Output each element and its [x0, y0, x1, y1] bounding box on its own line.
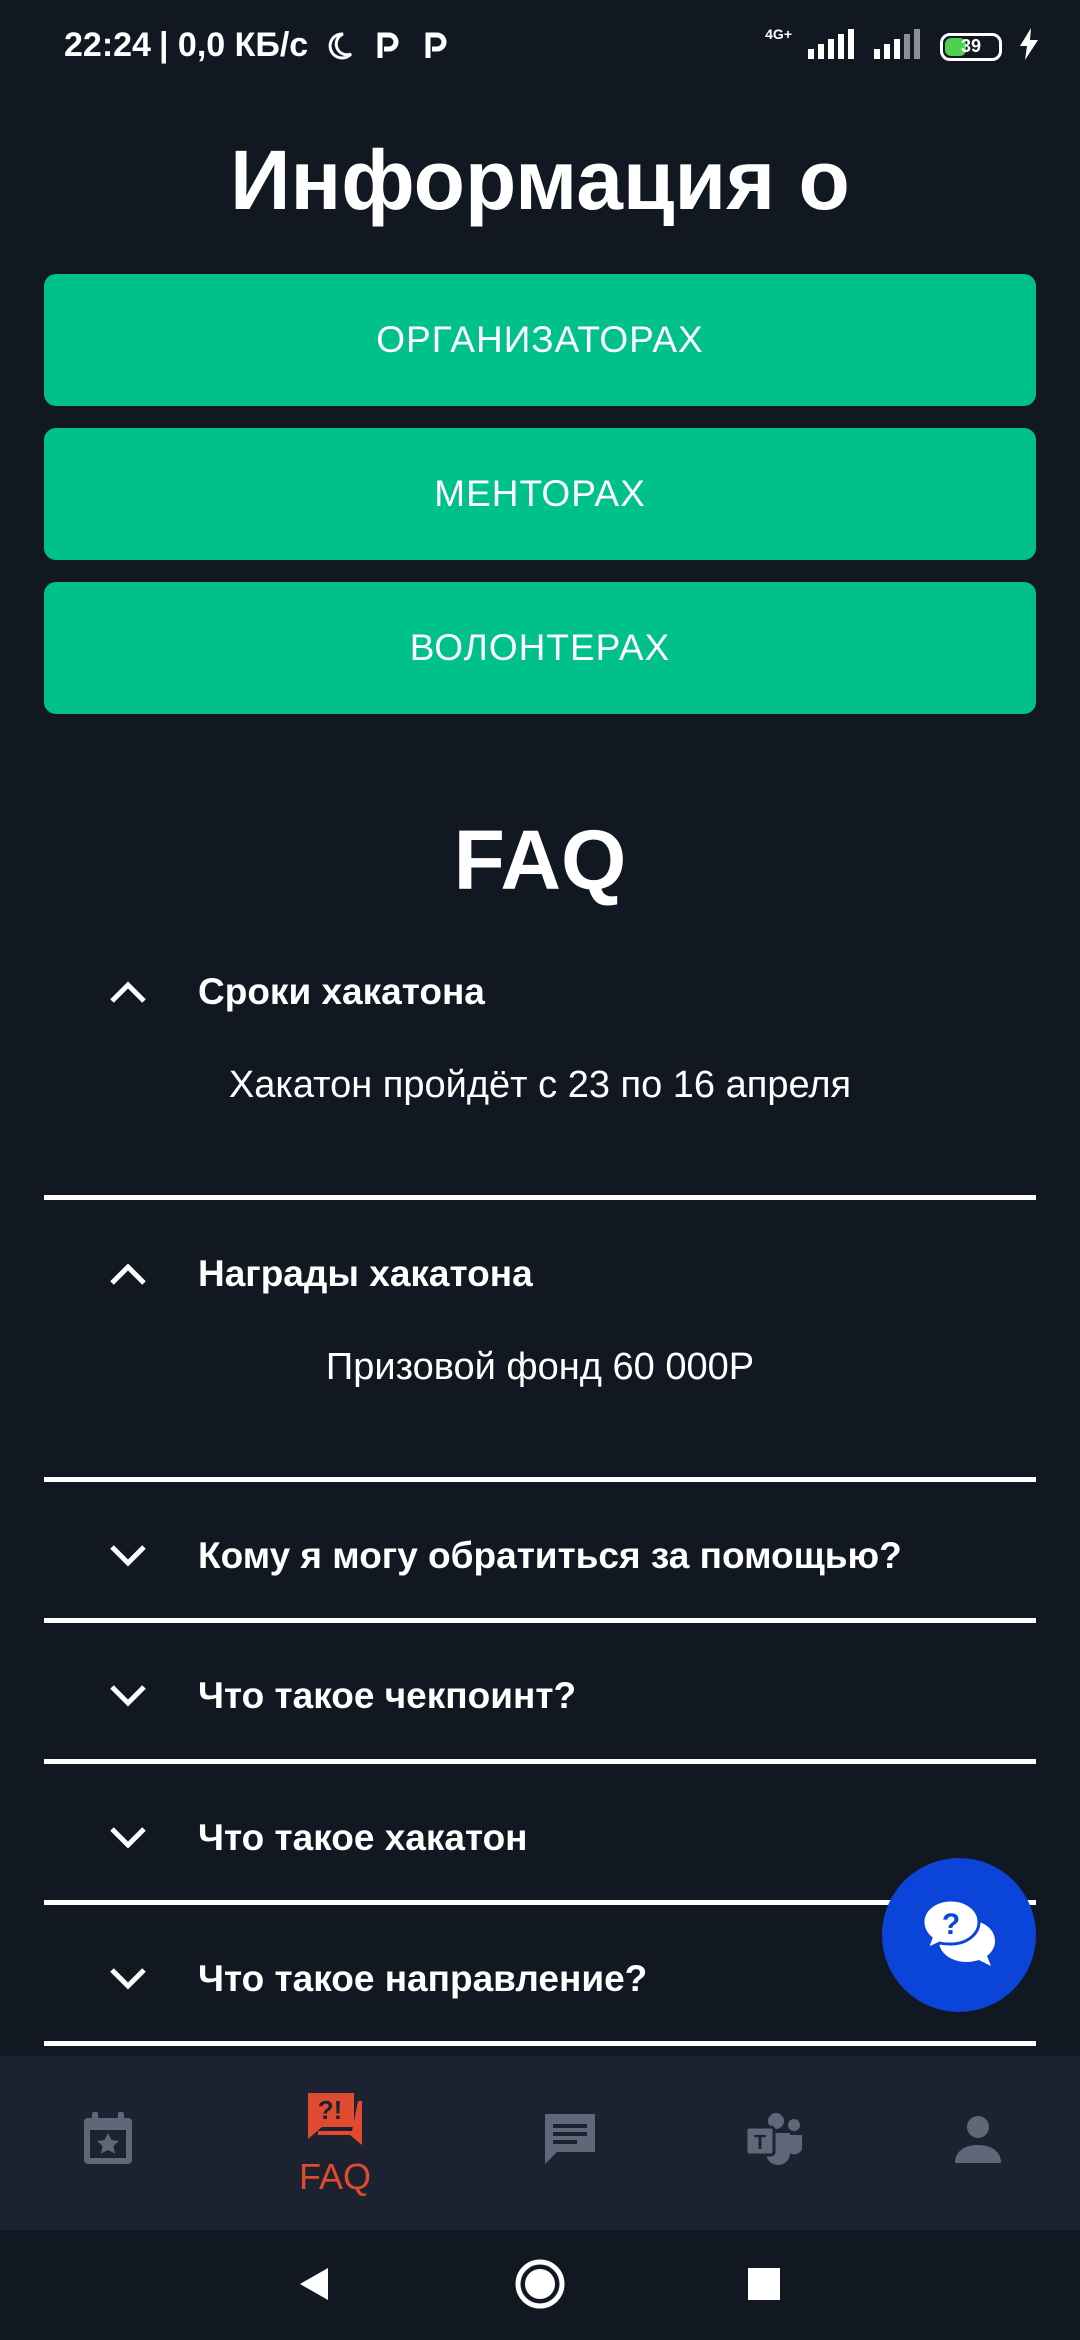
faq-answer: Хакатон пройдёт с 23 по 16 апреля	[228, 1064, 852, 1106]
chat-icon	[541, 2110, 599, 2173]
p-notification-icon-2	[418, 29, 452, 63]
mentors-button[interactable]: МЕНТОРАХ	[44, 428, 1036, 560]
battery-level: 39	[960, 36, 982, 56]
battery-icon: 39	[940, 32, 1002, 61]
chevron-up-icon[interactable]	[96, 1261, 160, 1287]
network-type: 4G+	[765, 26, 792, 42]
chevron-down-icon[interactable]	[96, 1825, 160, 1851]
chevron-down-icon[interactable]	[96, 1543, 160, 1569]
faq-question: Что такое хакатон	[198, 1817, 528, 1858]
divider	[44, 1477, 1036, 1482]
faq-question: Что такое чекпоинт?	[198, 1675, 577, 1716]
help-chat-icon: ?	[921, 1897, 997, 1973]
faq-question: Сроки хакатона	[198, 971, 485, 1012]
faq-item: Что такое хакатон	[44, 1788, 1036, 1888]
faq-item: Сроки хакатона Хакатон пройдёт с 23 по 1…	[44, 942, 1036, 1107]
faq-title: FAQ	[453, 813, 627, 907]
chevron-up-icon[interactable]	[96, 979, 160, 1005]
volunteers-button[interactable]: ВОЛОНТЕРАХ	[44, 582, 1036, 714]
chevron-down-icon[interactable]	[96, 1683, 160, 1709]
faq-item: Награды хакатона Призовой фонд 60 000Р	[44, 1224, 1036, 1389]
faq-item: Кому я могу обратиться за помощью?	[44, 1506, 1036, 1606]
faq-question-header[interactable]: Что такое чекпоинт?	[44, 1646, 1036, 1746]
divider	[44, 1759, 1036, 1764]
nav-item-chat[interactable]	[462, 2056, 678, 2230]
teams-icon: T	[744, 2111, 804, 2172]
status-left: 22:24 | 0,0 КБ/с	[64, 26, 452, 65]
faq-question-header[interactable]: Награды хакатона	[44, 1224, 1036, 1324]
signal-icon-2	[874, 29, 924, 64]
faq-question-header[interactable]: Сроки хакатона	[44, 942, 1036, 1042]
nav-item-schedule[interactable]	[0, 2056, 216, 2230]
home-button[interactable]	[508, 2252, 572, 2316]
recents-button[interactable]	[732, 2252, 796, 2316]
divider	[44, 2041, 1036, 2046]
divider	[44, 1195, 1036, 1200]
nav-item-teams[interactable]: T	[666, 2056, 882, 2230]
faq-question: Кому я могу обратиться за помощью?	[198, 1535, 902, 1576]
svg-text:T: T	[754, 2132, 766, 2154]
nav-item-profile[interactable]	[870, 2056, 1080, 2230]
moon-icon	[322, 29, 356, 63]
faq-item: Что такое чекпоинт?	[44, 1646, 1036, 1746]
svg-text:?!: ?!	[318, 2095, 343, 2125]
network-speed: | 0,0 КБ/с	[158, 26, 309, 64]
faq-icon: ?!	[304, 2089, 366, 2152]
divider	[44, 1618, 1036, 1623]
faq-answer: Призовой фонд 60 000Р	[325, 1346, 755, 1388]
organizers-button[interactable]: ОРГАНИЗАТОРАХ	[44, 274, 1036, 406]
chevron-down-icon[interactable]	[96, 1966, 160, 1992]
p-notification-icon	[370, 29, 404, 63]
help-chat-button[interactable]: ?	[882, 1858, 1036, 2012]
status-bar: 22:24 | 0,0 КБ/с 4G+ 39	[0, 0, 1080, 100]
back-button[interactable]	[282, 2252, 346, 2316]
bottom-nav: ?! FAQ T	[0, 2056, 1080, 2230]
profile-icon	[953, 2115, 1003, 2168]
charging-icon	[1018, 28, 1040, 65]
svg-text:?: ?	[942, 1908, 960, 1941]
nav-label-faq: FAQ	[298, 2155, 372, 2197]
status-time: 22:24	[64, 26, 151, 64]
system-nav-bar	[0, 2230, 1080, 2340]
info-title: Информация о	[230, 133, 850, 227]
signal-icon	[808, 29, 858, 64]
faq-question: Что такое направление?	[198, 1958, 648, 1999]
calendar-star-icon	[80, 2110, 136, 2173]
status-right: 4G+ 39	[765, 26, 1040, 65]
nav-item-faq[interactable]: ?! FAQ	[227, 2056, 443, 2230]
faq-question: Награды хакатона	[198, 1253, 533, 1294]
faq-question-header[interactable]: Что такое хакатон	[44, 1788, 1036, 1888]
faq-question-header[interactable]: Кому я могу обратиться за помощью?	[44, 1506, 1036, 1606]
